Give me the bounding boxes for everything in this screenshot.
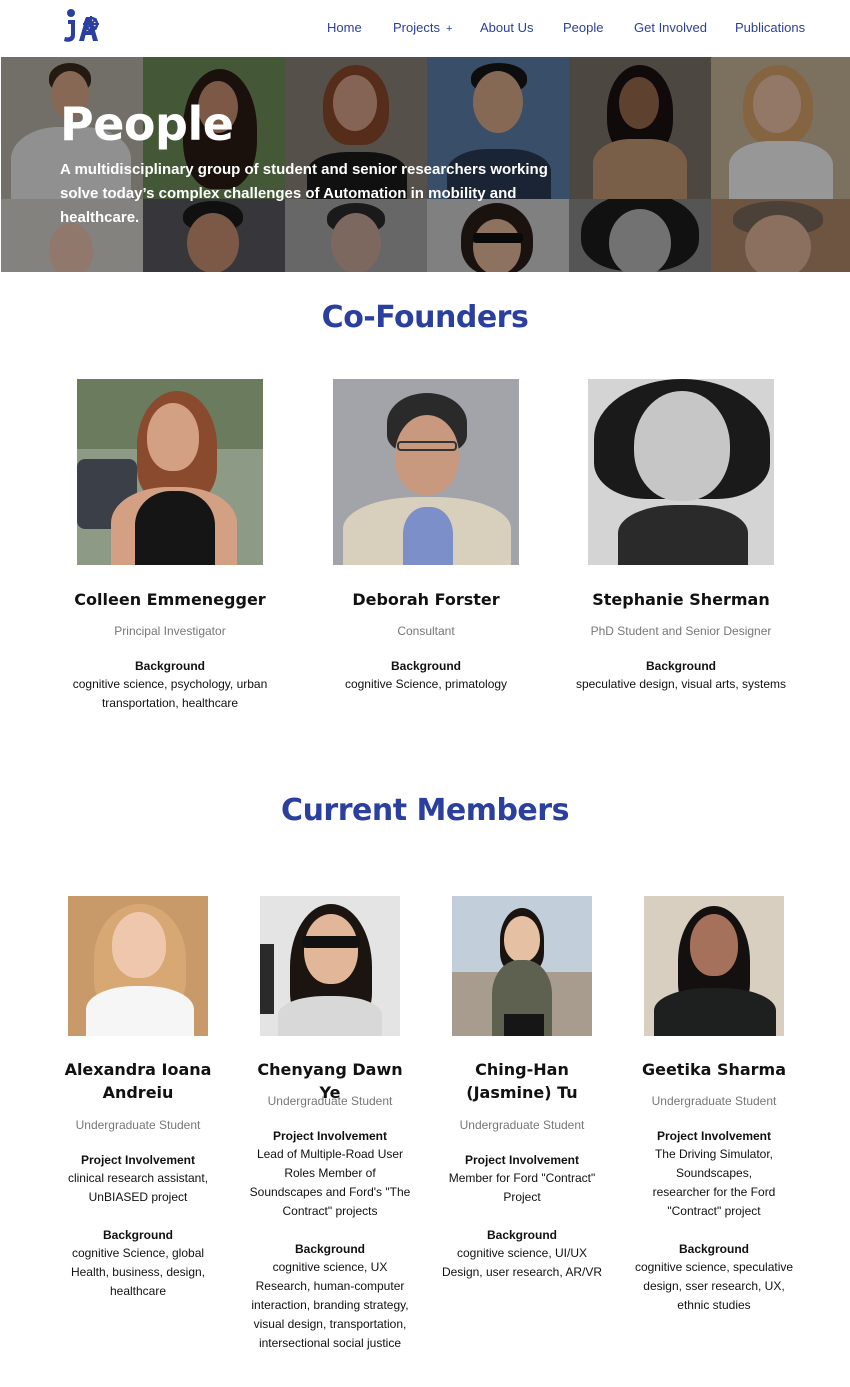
member-photo [452,896,592,1036]
background-text: cognitive Science, global Health, busine… [70,1246,206,1298]
plus-icon: + [445,23,453,35]
cofounder-photo [588,379,774,565]
person-role: PhD Student and Senior Designer [590,624,772,638]
person-role: Principal Investigator [114,624,226,638]
project-involvement-text: Member for Ford "Contract" Project [448,1171,596,1204]
cofounder-card: Deborah Forster Consultant Background co… [316,379,536,719]
person-name: Ching-Han (Jasmine) Tu [466,1060,578,1102]
background-label: Background [486,1228,557,1242]
background-text: cognitive science, speculative design, s… [634,1260,794,1312]
cofounder-photo [77,379,263,565]
lab-logo-icon[interactable] [62,7,102,45]
person-name: Geetika Sharma [641,1060,787,1079]
hero-subtitle: A multidisciplinary group of student and… [60,161,548,226]
nav-get-involved[interactable]: Get Involved [634,20,707,35]
person-name: Deborah Forster [352,590,500,609]
person-role: Undergraduate Student [75,1118,201,1132]
background-label: Background [294,1242,365,1256]
member-card: Chenyang Dawn Ye Undergraduate Student P… [245,896,415,1366]
cofounders-heading: Co-Founders [321,300,529,335]
project-involvement-label: Project Involvement [272,1129,388,1143]
background-label: Background [134,659,205,673]
cofounder-card: Stephanie Sherman PhD Student and Senior… [571,379,791,719]
project-involvement-label: Project Involvement [464,1153,580,1167]
nav-projects[interactable]: Projects + [393,20,452,35]
cofounder-photo [333,379,519,565]
project-involvement-text: clinical research assistant, UnBIASED pr… [67,1171,209,1204]
member-photo [644,896,784,1036]
background-text: cognitive science, psychology, urban tra… [72,677,268,710]
member-photo [68,896,208,1036]
nav-publications[interactable]: Publications [735,20,805,35]
background-label: Background [678,1242,749,1256]
person-role: Undergraduate Student [651,1094,777,1108]
current-members-heading: Current Members [281,793,569,828]
background-text: cognitive science, UI/UX Design, user re… [441,1246,603,1279]
background-text: cognitive Science, primatology [344,677,508,691]
member-card: Geetika Sharma Undergraduate Student Pro… [628,896,800,1336]
background-label: Background [645,659,716,673]
background-label: Background [102,1228,173,1242]
person-name: Colleen Emmenegger [74,590,266,609]
person-role: Undergraduate Student [267,1094,393,1108]
project-involvement-text: The Driving Simulator, Soundscapes, rese… [652,1147,776,1218]
nav-about-us[interactable]: About Us [480,20,533,35]
nav-home[interactable]: Home [327,20,362,35]
member-card: Ching-Han (Jasmine) Tu Undergraduate Stu… [435,896,609,1316]
person-name: Stephanie Sherman [592,590,770,609]
person-role: Undergraduate Student [459,1118,585,1132]
cofounder-card: Colleen Emmenegger Principal Investigato… [60,379,280,719]
project-involvement-label: Project Involvement [656,1129,772,1143]
person-role: Consultant [397,624,455,638]
background-text: cognitive science, UX Research, human-co… [251,1260,409,1350]
background-text: speculative design, visual arts, systems [575,677,787,691]
project-involvement-text: Lead of Multiple-Road User Roles Member … [249,1147,411,1218]
nav-projects-label: Projects [393,20,440,35]
person-name: Alexandra Ioana Andreiu [64,1060,212,1102]
nav-people[interactable]: People [563,20,603,35]
top-nav: Home Projects + About Us People Get Invol… [0,0,850,56]
background-label: Background [390,659,461,673]
hero-banner: People A multidisciplinary group of stud… [1,57,850,272]
page-title: People [60,97,234,151]
member-photo [260,896,400,1036]
project-involvement-label: Project Involvement [80,1153,196,1167]
member-card: Alexandra Ioana Andreiu Undergraduate St… [58,896,218,1316]
